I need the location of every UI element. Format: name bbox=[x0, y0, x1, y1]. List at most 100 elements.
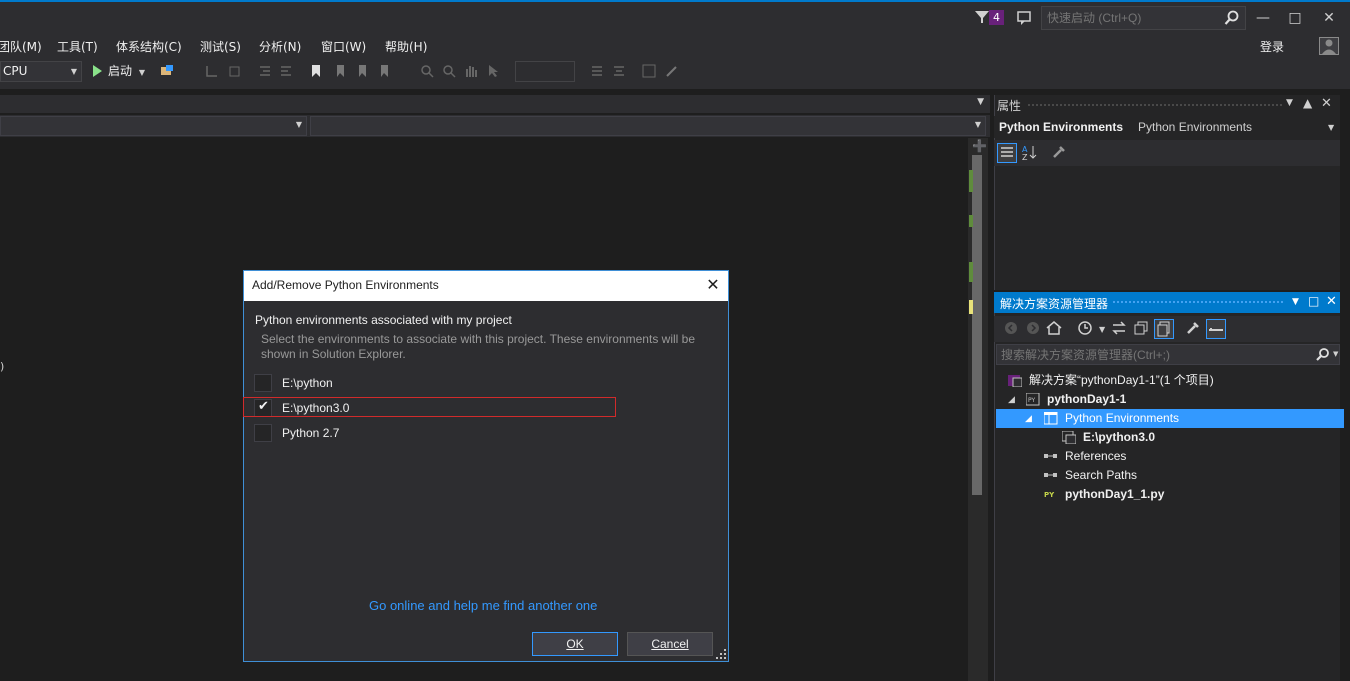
property-pages-icon[interactable] bbox=[1050, 143, 1070, 163]
ok-button[interactable]: OK bbox=[532, 632, 618, 656]
start-debug-button[interactable]: 启动 ▼ bbox=[90, 61, 145, 82]
layout-icon[interactable] bbox=[642, 64, 656, 78]
find-environment-link[interactable]: Go online and help me find another one bbox=[369, 598, 597, 613]
layout-combo[interactable] bbox=[515, 61, 575, 82]
env-checkbox-python27[interactable] bbox=[254, 424, 272, 442]
maximize-panel-icon[interactable]: □ bbox=[1308, 294, 1319, 308]
maximize-button[interactable]: □ bbox=[1285, 8, 1305, 28]
panel-grip[interactable] bbox=[1112, 300, 1284, 304]
svg-text:Z: Z bbox=[1022, 153, 1028, 161]
dialog-heading: Python environments associated with my p… bbox=[255, 313, 512, 327]
magic-wand-icon[interactable] bbox=[665, 64, 679, 78]
tree-item-project[interactable]: ◢ PY pythonDay1-1 bbox=[996, 390, 1336, 409]
platform-value: CPU bbox=[3, 64, 28, 78]
chevron-down-icon[interactable]: ▼ bbox=[1328, 123, 1334, 132]
expand-arrow-icon[interactable]: ◢ bbox=[1025, 409, 1032, 428]
tree-item-label: pythonDay1-1 bbox=[1047, 392, 1127, 406]
step-icon[interactable] bbox=[205, 64, 219, 78]
menu-test[interactable]: 测试(S) bbox=[200, 38, 241, 55]
solution-search-input[interactable] bbox=[996, 344, 1340, 365]
tree-item-label: pythonDay1_1.py bbox=[1065, 487, 1165, 501]
document-tab-strip: ▼ bbox=[0, 95, 990, 113]
properties-title: 属性 bbox=[997, 99, 1022, 113]
menu-architecture[interactable]: 体系结构(C) bbox=[116, 38, 182, 55]
close-window-button[interactable]: ✕ bbox=[1319, 8, 1339, 28]
resize-grip-icon[interactable] bbox=[715, 648, 727, 660]
sign-in-link[interactable]: 登录 bbox=[1260, 38, 1284, 55]
notification-count-badge[interactable]: 4 bbox=[989, 10, 1004, 25]
menu-team[interactable]: 团队(M) bbox=[0, 38, 42, 55]
browse-icon[interactable] bbox=[160, 64, 174, 78]
zoom-out-icon[interactable] bbox=[442, 64, 456, 78]
chevron-down-icon[interactable]: ▼ bbox=[1292, 297, 1299, 307]
alphabetical-icon[interactable]: AZ bbox=[1020, 143, 1040, 163]
properties-wrench-icon[interactable] bbox=[1184, 319, 1204, 339]
panel-grip[interactable] bbox=[1027, 103, 1282, 107]
annotation-highlight-box bbox=[243, 397, 616, 417]
solution-explorer-title: 解决方案资源管理器 bbox=[1000, 297, 1109, 311]
prev-bookmark-icon[interactable] bbox=[333, 64, 347, 78]
notification-filter-icon[interactable] bbox=[974, 9, 990, 25]
minimize-button[interactable]: — bbox=[1253, 8, 1273, 28]
chevron-down-icon: ▼ bbox=[295, 120, 302, 129]
scrollbar-thumb[interactable] bbox=[972, 155, 982, 495]
menu-window[interactable]: 窗口(W) bbox=[321, 38, 366, 55]
type-navigation-combo[interactable]: ▼ bbox=[0, 116, 307, 136]
cancel-button[interactable]: Cancel bbox=[627, 632, 713, 656]
avatar[interactable] bbox=[1319, 37, 1339, 55]
properties-toolbar bbox=[994, 140, 1340, 166]
pending-changes-icon[interactable] bbox=[1076, 319, 1096, 339]
forward-icon[interactable] bbox=[1024, 319, 1044, 339]
outdent-icon[interactable] bbox=[258, 64, 272, 78]
next-bookmark-icon[interactable] bbox=[355, 64, 369, 78]
search-icon[interactable] bbox=[1224, 10, 1240, 26]
collapse-all-icon[interactable] bbox=[1132, 319, 1152, 339]
feedback-icon[interactable] bbox=[1016, 9, 1034, 27]
zoom-in-icon[interactable] bbox=[420, 64, 434, 78]
env-label: E:\python bbox=[282, 376, 333, 390]
dialog-close-button[interactable]: ✕ bbox=[703, 274, 723, 296]
tree-item-python-file[interactable]: PY pythonDay1_1.py bbox=[996, 485, 1336, 504]
chevron-down-icon[interactable]: ▼ bbox=[1286, 98, 1293, 108]
align-icon[interactable] bbox=[590, 64, 604, 78]
close-icon[interactable]: ✕ bbox=[1326, 294, 1337, 309]
step-over-icon[interactable] bbox=[227, 64, 241, 78]
pan-icon[interactable] bbox=[464, 64, 478, 78]
chevron-down-icon: ▼ bbox=[70, 67, 77, 76]
menu-tools[interactable]: 工具(T) bbox=[57, 38, 98, 55]
tree-item-search-paths[interactable]: Search Paths bbox=[996, 466, 1336, 485]
member-navigation-combo[interactable]: ▼ bbox=[310, 116, 986, 136]
env-checkbox-python[interactable] bbox=[254, 374, 272, 392]
categorized-icon[interactable] bbox=[997, 143, 1017, 163]
tree-item-label: References bbox=[1065, 449, 1127, 463]
tree-item-solution[interactable]: 解决方案“pythonDay1-1”(1 个项目) bbox=[996, 371, 1336, 390]
menu-analyze[interactable]: 分析(N) bbox=[259, 38, 301, 55]
home-icon[interactable] bbox=[1045, 319, 1065, 339]
distribute-icon[interactable] bbox=[612, 64, 626, 78]
search-icon[interactable] bbox=[1315, 347, 1331, 363]
bookmark-icon[interactable] bbox=[309, 64, 323, 78]
sync-icon[interactable] bbox=[1110, 319, 1130, 339]
close-icon[interactable]: ✕ bbox=[1321, 96, 1332, 111]
chevron-down-icon: ▼ bbox=[974, 120, 981, 129]
preview-icon[interactable] bbox=[1206, 319, 1226, 339]
tree-item-environment[interactable]: E:\python3.0 bbox=[996, 428, 1336, 447]
pointer-icon[interactable] bbox=[486, 64, 500, 78]
pin-icon[interactable]: ▲ bbox=[1303, 96, 1312, 110]
clear-bookmarks-icon[interactable] bbox=[377, 64, 391, 78]
expand-arrow-icon[interactable]: ◢ bbox=[1008, 390, 1015, 409]
back-icon[interactable] bbox=[1002, 319, 1022, 339]
menu-help[interactable]: 帮助(H) bbox=[385, 38, 427, 55]
chevron-down-icon[interactable]: ▼ bbox=[1333, 350, 1338, 358]
show-all-files-icon[interactable] bbox=[1154, 319, 1174, 339]
chevron-down-icon[interactable]: ▼ bbox=[1099, 325, 1105, 334]
editor-fragment: ) bbox=[0, 360, 5, 373]
tree-item-python-environments[interactable]: ◢ Python Environments bbox=[996, 409, 1344, 428]
quick-launch-input[interactable] bbox=[1041, 6, 1246, 30]
platform-combo[interactable]: CPU ▼ bbox=[0, 61, 82, 82]
properties-object-type: Python Environments bbox=[1138, 120, 1253, 134]
split-icon[interactable]: ➕ bbox=[972, 139, 987, 153]
chevron-down-icon[interactable]: ▼ bbox=[977, 97, 984, 107]
tree-item-references[interactable]: References bbox=[996, 447, 1336, 466]
indent-icon[interactable] bbox=[279, 64, 293, 78]
